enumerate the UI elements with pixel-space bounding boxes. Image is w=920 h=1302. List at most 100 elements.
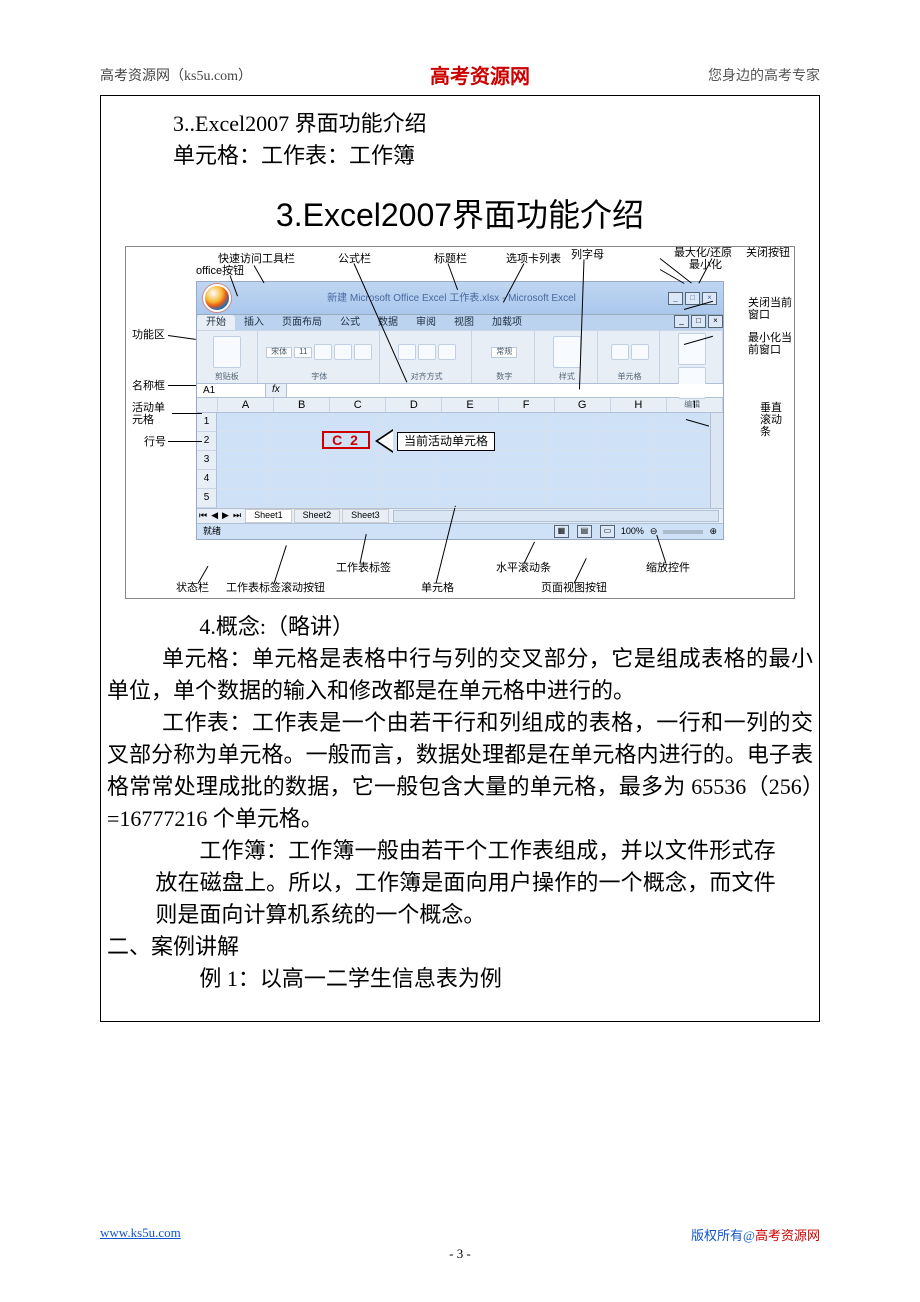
fx-icon[interactable]: fx: [266, 384, 286, 397]
tab-view[interactable]: 视图: [445, 315, 483, 330]
rows-area: 1 2 3 4 5 C 2: [197, 413, 723, 508]
col-c[interactable]: C: [330, 398, 386, 412]
callout-vscroll: 垂直 滚动 条: [760, 402, 782, 438]
excel-window: 新建 Microsoft Office Excel 工作表.xlsx - Mic…: [196, 281, 724, 540]
close-win-icon[interactable]: ×: [708, 315, 723, 328]
style-icon[interactable]: [553, 336, 581, 368]
sheet-nav-first-icon[interactable]: ⏮: [197, 511, 209, 521]
tab-layout[interactable]: 页面布局: [273, 315, 331, 330]
active-cell-arrow: 当前活动单元格: [375, 429, 495, 453]
zoom-in-icon[interactable]: ⊕: [709, 527, 717, 537]
group-font: 宋体11字体: [260, 331, 380, 383]
row-3[interactable]: 3: [197, 451, 217, 470]
row-1[interactable]: 1: [197, 413, 217, 432]
sheet-tab-3[interactable]: Sheet3: [342, 509, 389, 523]
page-footer: www.ks5u.com 版权所有@高考资源网: [100, 1201, 820, 1244]
diagram-title: 3.Excel2007界面功能介绍: [107, 190, 813, 236]
sheet-bar: ⏮ ◀ ▶ ⏭ Sheet1 Sheet2 Sheet3: [197, 508, 723, 523]
formula-bar[interactable]: [286, 384, 723, 397]
restore-win-icon[interactable]: □: [691, 315, 706, 328]
align3-icon[interactable]: [438, 344, 456, 360]
callout-rownum: 行号: [144, 436, 166, 448]
intro-1: 3..Excel2007 界面功能介绍: [107, 108, 813, 140]
para-sheet: 工作表：工作表是一个由若干行和列组成的表格，一行和一列的交叉部分称为单元格。一般…: [107, 707, 813, 835]
callout-close: 关闭按钮: [746, 247, 790, 259]
status-ready: 就绪: [203, 527, 221, 537]
callout-activecell: 活动单 元格: [132, 402, 165, 426]
col-g[interactable]: G: [555, 398, 611, 412]
tab-addins[interactable]: 加载项: [483, 315, 531, 330]
callout-namebox: 名称框: [132, 380, 165, 392]
callout-cell: 单元格: [421, 582, 454, 594]
callout-qat: 快速访问工具栏: [218, 253, 295, 265]
tab-review[interactable]: 审阅: [407, 315, 445, 330]
row-4[interactable]: 4: [197, 470, 217, 489]
grid[interactable]: C 2 当前活动单元格: [217, 413, 710, 508]
col-i[interactable]: I: [667, 398, 723, 412]
minimize-button[interactable]: _: [668, 292, 683, 305]
group-style: 样式: [537, 331, 598, 383]
tab-formula[interactable]: 公式: [331, 315, 369, 330]
intro-2: 单元格：工作表：工作簿: [107, 140, 813, 172]
paste-icon[interactable]: [213, 336, 241, 368]
tab-home[interactable]: 开始: [197, 315, 235, 330]
section-2: 二、案例讲解: [107, 931, 813, 963]
group-edit: 编辑: [662, 331, 723, 383]
align-icon[interactable]: [398, 344, 416, 360]
view-layout-icon[interactable]: ▤: [577, 525, 592, 538]
insert-icon[interactable]: [611, 344, 629, 360]
delete-icon[interactable]: [631, 344, 649, 360]
office-button-icon[interactable]: [203, 284, 231, 312]
active-cell-c2[interactable]: C 2: [322, 431, 370, 449]
page-number: - 3 -: [100, 1246, 820, 1262]
col-e[interactable]: E: [442, 398, 498, 412]
vertical-scrollbar[interactable]: [710, 413, 723, 508]
italic-icon[interactable]: [334, 344, 352, 360]
callout-maxrestore: 最大化/还原: [674, 247, 732, 259]
excel-diagram: 快速访问工具栏 office按钮 公式栏 标题栏 选项卡列表 列字母 最大化/还…: [125, 246, 795, 599]
zoom-label: 100%: [621, 527, 644, 537]
titlebar: 新建 Microsoft Office Excel 工作表.xlsx - Mic…: [197, 282, 723, 315]
sheet-nav-last-icon[interactable]: ⏭: [231, 511, 243, 521]
font-select[interactable]: 宋体: [266, 347, 292, 358]
bold-icon[interactable]: [314, 344, 332, 360]
align2-icon[interactable]: [418, 344, 436, 360]
col-a[interactable]: A: [218, 398, 274, 412]
para-book: 工作簿：工作簿一般由若干个工作表组成，并以文件形式存放在磁盘上。所以，工作簿是面…: [107, 835, 813, 931]
sheet-nav-next-icon[interactable]: ▶: [220, 511, 231, 521]
tab-list: 开始 插入 页面布局 公式 数据 审阅 视图 加载项 _ □ ×: [197, 315, 723, 330]
callout-statusbar: 状态栏: [176, 582, 209, 594]
horizontal-scrollbar[interactable]: [393, 510, 719, 522]
footer-copyright: 版权所有@高考资源网: [691, 1225, 820, 1244]
underline-icon[interactable]: [354, 344, 372, 360]
column-headers: A B C D E F G H I: [197, 398, 723, 413]
group-cells: 单元格: [600, 331, 661, 383]
col-h[interactable]: H: [611, 398, 667, 412]
callout-mincur: 最小化当 前窗口: [748, 332, 792, 356]
zoom-slider[interactable]: [663, 530, 703, 534]
content-box: 3..Excel2007 界面功能介绍 单元格：工作表：工作簿 3.Excel2…: [100, 95, 820, 1022]
row-5[interactable]: 5: [197, 489, 217, 508]
callout-office: office按钮: [196, 265, 244, 277]
sheet-tab-2[interactable]: Sheet2: [294, 509, 341, 523]
number-format-select[interactable]: 常规: [491, 347, 517, 358]
tab-data[interactable]: 数据: [369, 315, 407, 330]
page: 高考资源网（ks5u.com） 高考资源网 您身边的高考专家 3..Excel2…: [0, 0, 920, 1302]
fontsize-select[interactable]: 11: [294, 347, 312, 358]
minimize-win-icon[interactable]: _: [674, 315, 689, 328]
status-bar: 就绪 ▦ ▤ ▭ 100% ⊖ ⊕: [197, 523, 723, 539]
sheet-tab-1[interactable]: Sheet1: [245, 509, 292, 523]
callout-zoom: 缩放控件: [646, 562, 690, 574]
sheet-nav-prev-icon[interactable]: ◀: [209, 511, 220, 521]
footer-brand: 高考资源网: [755, 1228, 820, 1243]
view-break-icon[interactable]: ▭: [600, 525, 615, 538]
maximize-button[interactable]: □: [685, 292, 700, 305]
footer-url[interactable]: www.ks5u.com: [100, 1225, 181, 1244]
col-b[interactable]: B: [274, 398, 330, 412]
col-d[interactable]: D: [386, 398, 442, 412]
namebox-bar: A1 fx: [197, 384, 723, 398]
view-normal-icon[interactable]: ▦: [554, 525, 569, 538]
name-box[interactable]: A1: [197, 384, 266, 397]
tab-insert[interactable]: 插入: [235, 315, 273, 330]
col-f[interactable]: F: [499, 398, 555, 412]
